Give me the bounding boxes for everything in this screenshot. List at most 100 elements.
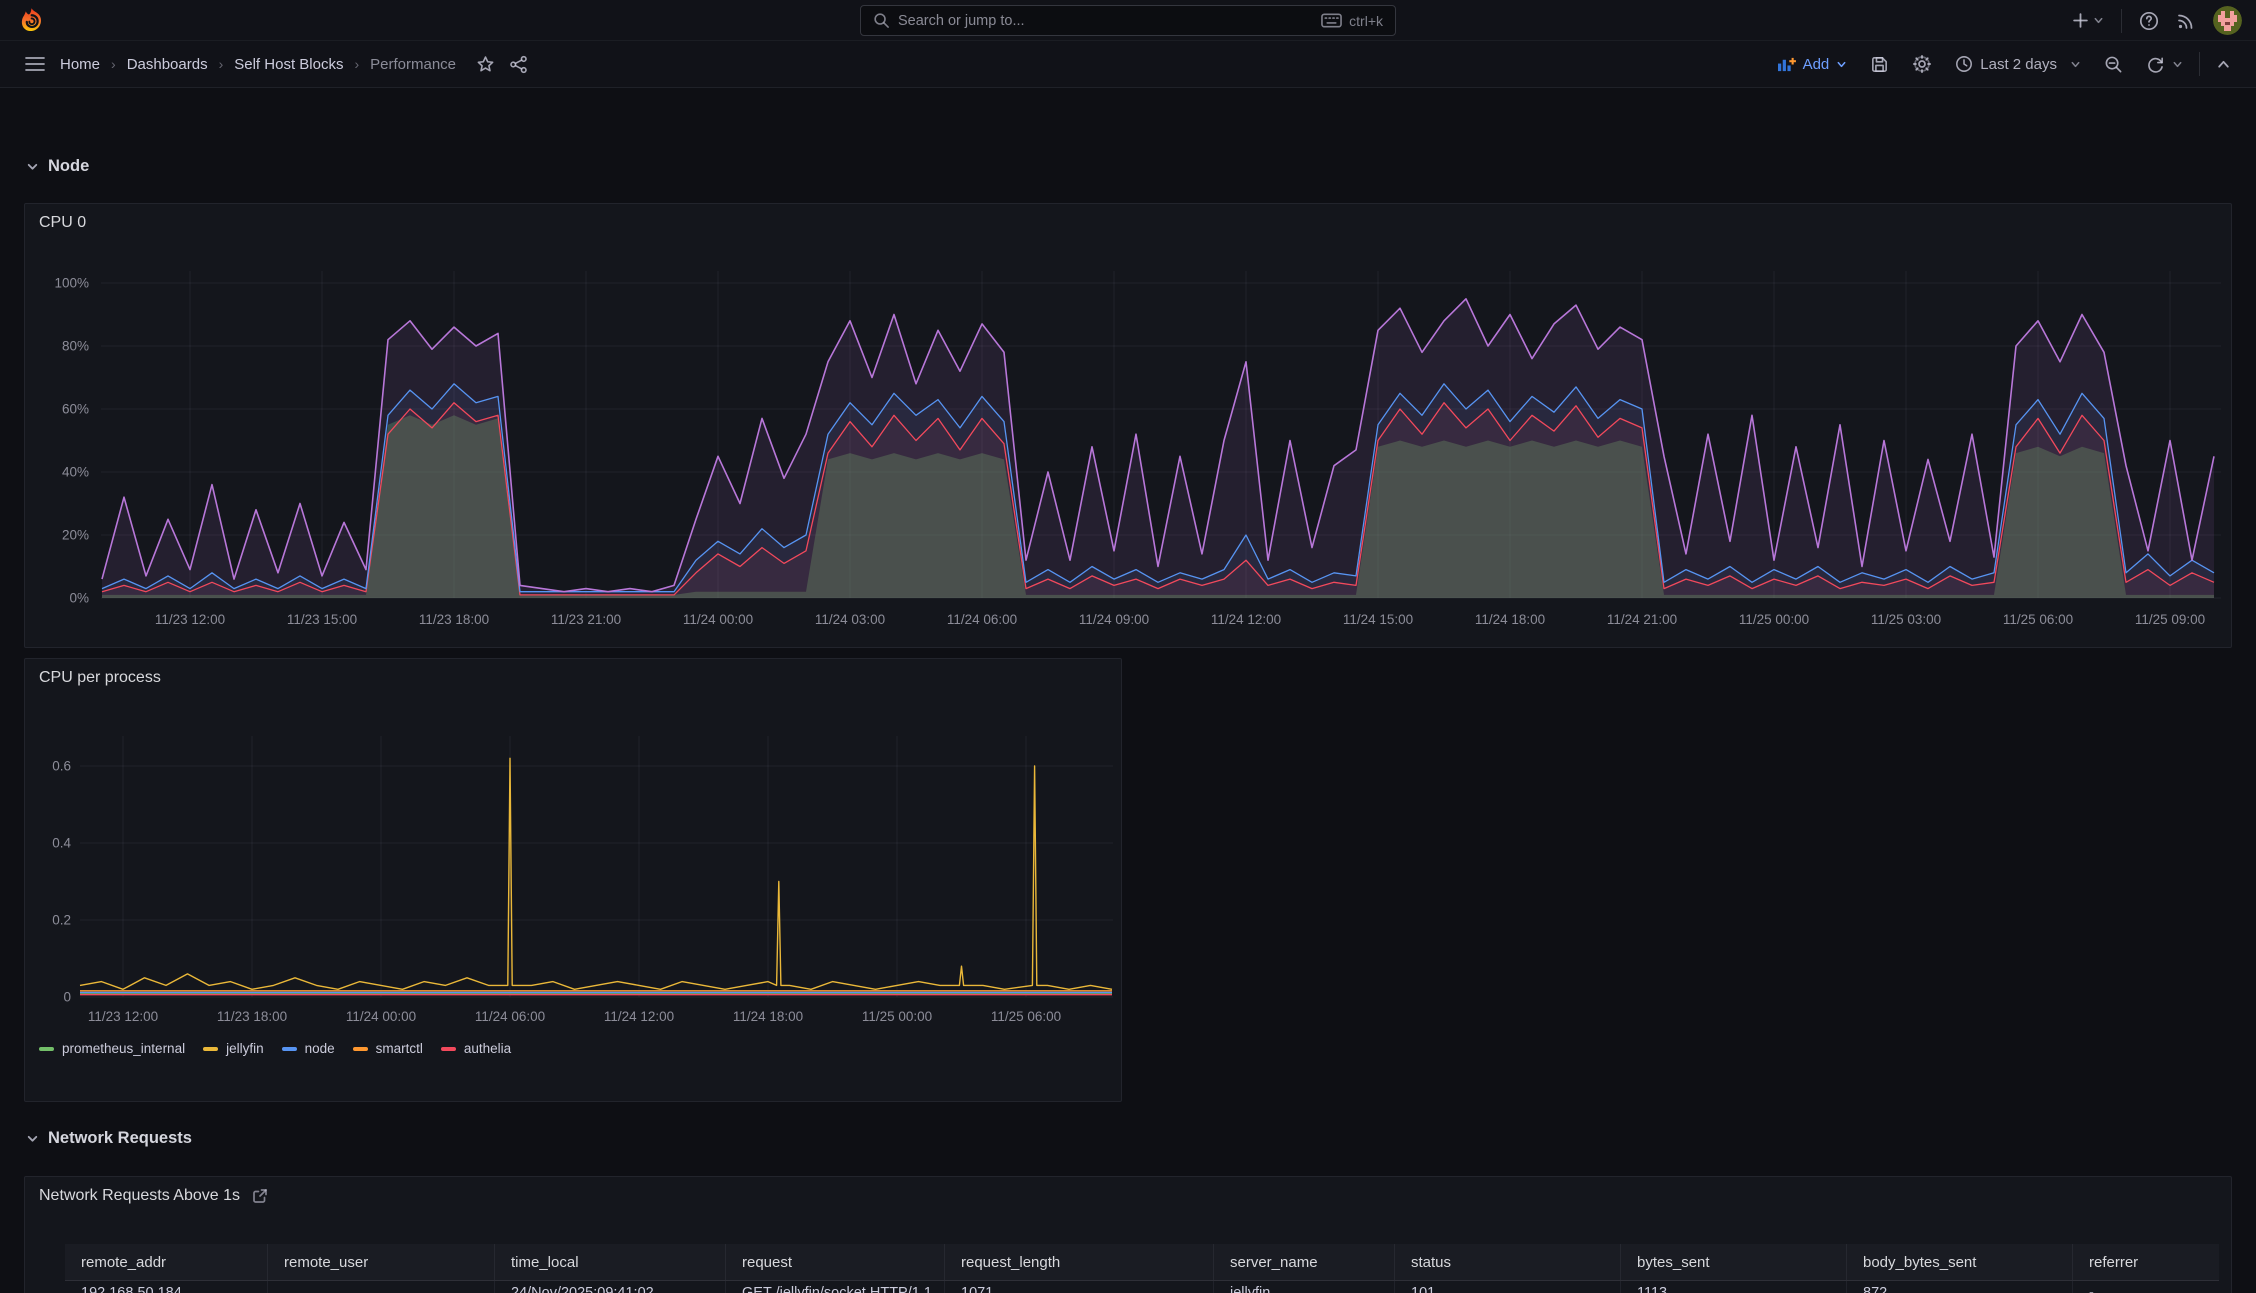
clock-icon	[1956, 56, 1973, 72]
table-cell	[268, 1281, 495, 1293]
panel-network-requests-table: Network Requests Above 1s remote_addr rem…	[24, 1176, 2232, 1293]
legend-item-prometheus_internal[interactable]: prometheus_internal	[39, 1041, 185, 1056]
chevron-down-icon	[2094, 17, 2103, 24]
legend-chip	[39, 1046, 54, 1051]
time-range-picker[interactable]: Last 2 days	[1948, 50, 2088, 78]
table-cell: -	[2089, 1285, 2094, 1293]
table-column-header-time_local[interactable]: time_local	[495, 1244, 726, 1280]
chevron-up-icon	[2218, 60, 2229, 68]
table-cell: 24/Nov/2025:09:41:02	[495, 1281, 726, 1293]
news-button[interactable]	[2176, 11, 2196, 31]
svg-text:11/25 00:00: 11/25 00:00	[862, 1009, 932, 1024]
user-avatar[interactable]	[2213, 6, 2242, 35]
favorite-button[interactable]	[476, 55, 495, 74]
menu-icon	[25, 57, 45, 71]
help-icon	[2139, 11, 2159, 30]
table-column-header-status[interactable]: status	[1395, 1244, 1621, 1280]
breadcrumb-current: Performance	[370, 55, 457, 73]
svg-text:11/24 06:00: 11/24 06:00	[947, 612, 1017, 627]
legend-item-smartctl[interactable]: smartctl	[352, 1041, 423, 1056]
svg-text:11/24 18:00: 11/24 18:00	[733, 1009, 803, 1024]
svg-text:0%: 0%	[69, 591, 89, 606]
share-button[interactable]	[509, 55, 528, 74]
chart-legend: prometheus_internal jellyfin node smartctl a…	[39, 1041, 511, 1056]
legend-item-jellyfin[interactable]: jellyfin	[203, 1041, 264, 1056]
legend-label: jellyfin	[226, 1041, 264, 1056]
svg-text:11/25 03:00: 11/25 03:00	[1871, 612, 1941, 627]
legend-chip	[440, 1046, 456, 1051]
panel-title-cpu0[interactable]: CPU 0	[39, 214, 86, 232]
svg-text:11/23 12:00: 11/23 12:00	[155, 612, 225, 627]
add-panel-icon	[1777, 57, 1796, 71]
star-icon	[477, 55, 494, 71]
svg-text:0: 0	[63, 990, 71, 1005]
panel-title-network-requests[interactable]: Network Requests Above 1s	[39, 1187, 268, 1205]
row-network-requests[interactable]: Network Requests	[26, 1122, 192, 1154]
grafana-logo[interactable]	[18, 7, 45, 34]
table-column-header-request_length[interactable]: request_length	[945, 1244, 1214, 1280]
plus-icon	[2073, 13, 2088, 28]
svg-text:11/25 00:00: 11/25 00:00	[1739, 612, 1809, 627]
table-column-header-request[interactable]: request	[726, 1244, 945, 1280]
refresh-button[interactable]	[2139, 50, 2190, 79]
svg-text:40%: 40%	[62, 465, 89, 480]
legend-chip	[281, 1046, 297, 1051]
external-link-icon[interactable]	[252, 1188, 268, 1204]
section-title-node: Node	[48, 156, 90, 175]
panel-title-cpu-per-process[interactable]: CPU per process	[39, 669, 161, 687]
search-icon	[873, 12, 890, 29]
table-body: 192.168.50.184 24/Nov/2025:09:41:02 GET /j…	[65, 1281, 2219, 1293]
legend-chip	[352, 1046, 368, 1051]
svg-text:80%: 80%	[62, 339, 89, 354]
zoom-out-icon	[2105, 56, 2122, 72]
svg-text:11/24 00:00: 11/24 00:00	[346, 1009, 416, 1024]
search-input[interactable]: Search or jump to... ctrl+k	[860, 5, 1396, 36]
table-cell: GET /jellyfin/socket HTTP/1.1	[726, 1281, 945, 1293]
svg-text:11/23 15:00: 11/23 15:00	[287, 612, 357, 627]
toolbar-right: Add Last 2 days	[1770, 49, 2256, 79]
breadcrumb-dashboards[interactable]: Dashboards	[127, 56, 208, 73]
svg-text:11/24 12:00: 11/24 12:00	[1211, 612, 1281, 627]
table-column-header-remote_user[interactable]: remote_user	[268, 1244, 495, 1280]
top-navbar: Search or jump to... ctrl+k	[0, 0, 2256, 41]
breadcrumb-folder[interactable]: Self Host Blocks	[234, 56, 343, 73]
legend-item-node[interactable]: node	[281, 1041, 335, 1056]
row-node[interactable]: Node	[26, 150, 89, 182]
cpu0-chart[interactable]: 0% 20% 40% 60% 80% 100% 11/23 12:00 11/23 15:00…	[25, 204, 2233, 649]
table-header-row: remote_addr remote_user time_local request r…	[65, 1244, 2219, 1281]
breadcrumb-home[interactable]: Home	[60, 56, 100, 73]
table-row: 192.168.50.184 24/Nov/2025:09:41:02 GET /j…	[65, 1281, 2219, 1293]
table-cell: 192.168.50.184	[65, 1281, 268, 1293]
breadcrumb-separator: ›	[218, 56, 224, 72]
mega-menu-button[interactable]	[24, 55, 46, 73]
search-shortcut: ctrl+k	[1321, 13, 1383, 29]
collapse-toolbar-button[interactable]	[2209, 52, 2238, 77]
table-cell: 101	[1395, 1281, 1621, 1293]
svg-text:11/24 12:00: 11/24 12:00	[604, 1009, 674, 1024]
new-menu-button[interactable]	[2072, 12, 2104, 29]
table-column-header-remote_addr[interactable]: remote_addr	[65, 1244, 268, 1280]
zoom-out-button[interactable]	[2097, 50, 2130, 79]
topnav-divider	[2121, 8, 2122, 33]
save-icon	[1872, 56, 1888, 72]
legend-label: prometheus_internal	[62, 1041, 186, 1056]
table-column-header-body_bytes_sent[interactable]: body_bytes_sent	[1847, 1244, 2073, 1280]
add-button[interactable]: Add	[1770, 51, 1855, 78]
cpu-per-process-chart[interactable]: 0 0.2 0.4 0.6 11/23 12:00 11/23 18:00 11/24 00…	[25, 659, 1123, 1103]
panel-cpu-per-process: CPU per process 0 0.2 0.4 0.6 11/23 12:00 11/…	[24, 658, 1122, 1102]
svg-text:11/24 21:00: 11/24 21:00	[1607, 612, 1677, 627]
svg-text:0.6: 0.6	[52, 759, 71, 774]
legend-item-authelia[interactable]: authelia	[440, 1041, 511, 1056]
help-button[interactable]	[2139, 11, 2159, 31]
section-title-network: Network Requests	[48, 1128, 192, 1147]
table-column-header-bytes_sent[interactable]: bytes_sent	[1621, 1244, 1847, 1280]
breadcrumb-separator: ›	[111, 56, 116, 72]
table-column-header-server_name[interactable]: server_name	[1214, 1244, 1395, 1280]
table-column-header-referrer[interactable]: referrer	[2073, 1244, 2219, 1280]
breadcrumb-separator: ›	[354, 56, 360, 72]
time-range-label: Last 2 days	[1980, 55, 2057, 73]
toolbar-divider	[2199, 52, 2200, 76]
dashboard-settings-button[interactable]	[1905, 49, 1939, 79]
save-dashboard-button[interactable]	[1863, 50, 1896, 79]
svg-text:11/23 18:00: 11/23 18:00	[419, 612, 489, 627]
